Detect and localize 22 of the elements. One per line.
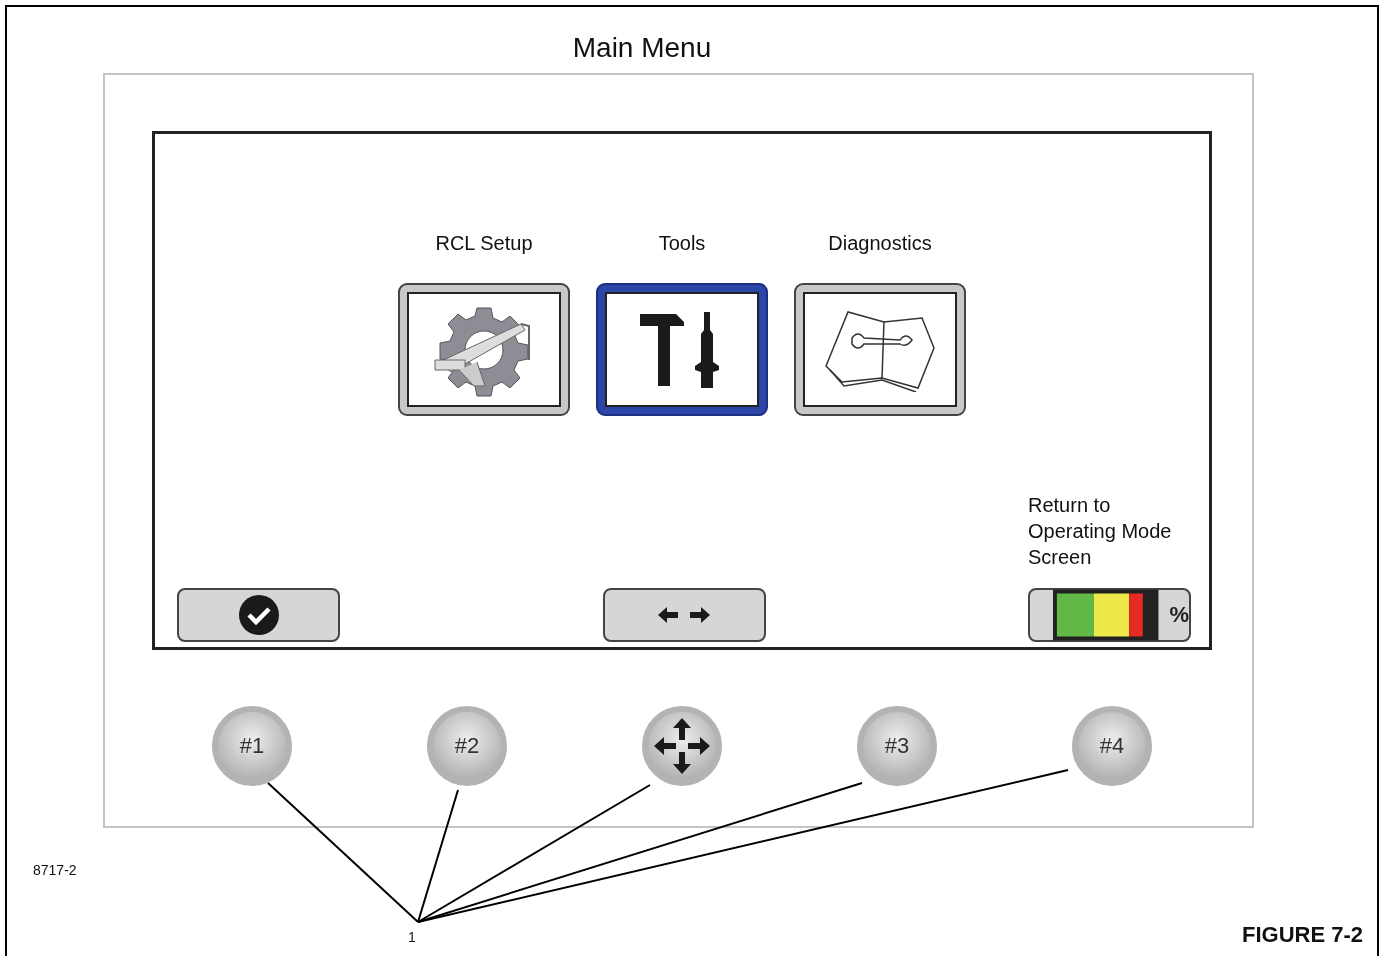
menu-label: Diagnostics — [828, 232, 932, 255]
load-gauge-icon — [1052, 588, 1160, 642]
figure-caption: FIGURE 7-2 — [1241, 922, 1363, 948]
hardware-button[interactable]: #2 — [427, 706, 507, 786]
menu-tile[interactable] — [398, 283, 570, 416]
menu-tile[interactable] — [596, 283, 768, 416]
menu-label: Tools — [658, 232, 706, 255]
hardware-button[interactable]: #1 — [212, 706, 292, 786]
operating-mode-soft-key[interactable]: % — [1028, 588, 1191, 642]
hardware-button[interactable]: #3 — [857, 706, 937, 786]
menu-tile[interactable] — [794, 283, 966, 416]
screen-title: Main Menu — [571, 31, 713, 65]
checkmark-icon — [237, 594, 280, 636]
left-right-soft-key[interactable] — [602, 588, 766, 642]
menu-label: RCL Setup — [435, 232, 533, 255]
four-way-arrows-icon — [654, 718, 710, 774]
left-right-arrows-icon — [658, 606, 710, 624]
callout-number: 1 — [408, 929, 416, 945]
figure-code: 8717-2 — [33, 862, 77, 878]
confirm-soft-key[interactable] — [177, 588, 340, 642]
soft-key-caption: Return to Operating Mode Screen — [1028, 493, 1173, 570]
hardware-button[interactable]: #4 — [1072, 706, 1152, 786]
